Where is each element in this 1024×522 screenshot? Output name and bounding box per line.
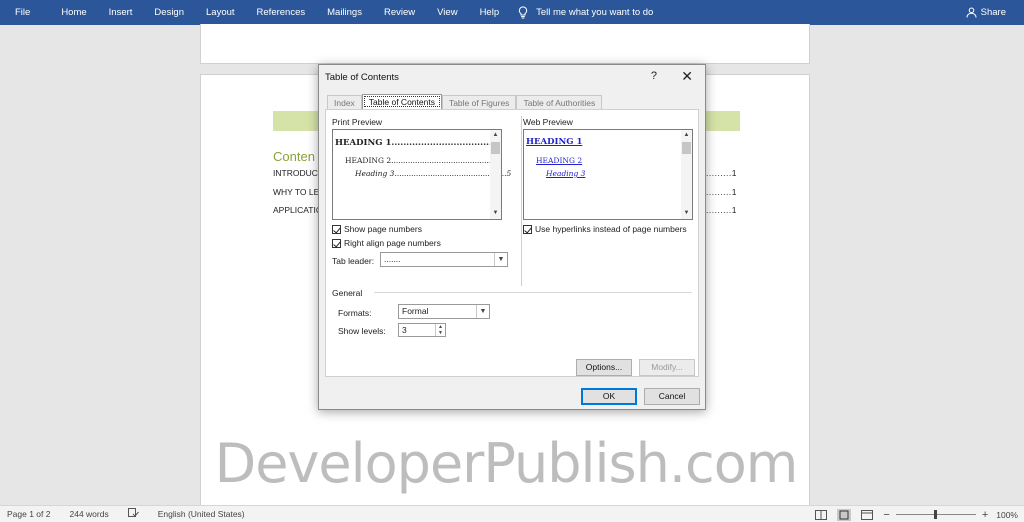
scroll-up-icon[interactable]: ▲ xyxy=(490,130,501,141)
doc-toc-page: .........1 xyxy=(706,205,737,215)
document-page-1 xyxy=(200,24,810,64)
scroll-thumb[interactable] xyxy=(491,142,500,154)
checkbox-checked-icon xyxy=(332,238,341,248)
person-icon xyxy=(966,7,977,18)
toc-dialog: Table of Contents ? ✕ Index Table of Con… xyxy=(318,64,706,410)
web-preview-heading-2[interactable]: HEADING 2 xyxy=(536,156,582,165)
print-preview-label: Print Preview xyxy=(332,117,383,127)
general-divider xyxy=(374,292,692,293)
page-count[interactable]: Page 1 of 2 xyxy=(7,509,50,519)
show-page-numbers-label: Show page numbers xyxy=(344,224,422,234)
zoom-level[interactable]: 100% xyxy=(996,510,1018,520)
web-preview-heading-3[interactable]: Heading 3 xyxy=(546,169,585,178)
right-align-label: Right align page numbers xyxy=(344,238,441,248)
use-hyperlinks-checkbox[interactable]: Use hyperlinks instead of page numbers xyxy=(523,224,687,234)
tab-file[interactable]: File xyxy=(0,0,50,25)
doc-toc-line: APPLICATIO xyxy=(273,205,323,215)
read-mode-icon[interactable] xyxy=(815,509,828,520)
tab-leader-select[interactable]: ....... ▼ xyxy=(380,252,508,267)
web-preview-label: Web Preview xyxy=(523,117,573,127)
tab-design[interactable]: Design xyxy=(143,0,195,25)
zoom-out-button[interactable]: − xyxy=(883,509,889,521)
show-levels-value: 3 xyxy=(402,325,407,335)
print-preview-heading-3: Heading 3...............................… xyxy=(355,169,512,178)
tab-home[interactable]: Home xyxy=(50,0,97,25)
print-layout-icon[interactable] xyxy=(837,508,852,521)
formats-select[interactable]: Formal ▼ xyxy=(398,304,490,319)
show-page-numbers-checkbox[interactable]: Show page numbers xyxy=(332,224,422,234)
tell-me-text: Tell me what you want to do xyxy=(536,7,654,18)
tab-leader-value: ....... xyxy=(384,254,401,264)
tab-references[interactable]: References xyxy=(246,0,317,25)
web-preview-heading-1[interactable]: HEADING 1 xyxy=(526,137,582,147)
scroll-down-icon[interactable]: ▼ xyxy=(490,208,501,219)
web-preview-scrollbar[interactable]: ▲ ▼ xyxy=(681,130,692,219)
doc-toc-page: .........1 xyxy=(706,168,737,178)
tab-index[interactable]: Index xyxy=(327,95,362,110)
show-levels-stepper[interactable]: 3 ▲ ▼ xyxy=(398,323,446,337)
print-preview-heading-1: HEADING 1...............................… xyxy=(335,138,498,148)
chevron-down-icon[interactable]: ▼ xyxy=(476,305,489,318)
lightbulb-icon xyxy=(519,6,528,19)
checkbox-checked-icon xyxy=(332,224,341,234)
right-align-checkbox[interactable]: Right align page numbers xyxy=(332,238,441,248)
vertical-divider xyxy=(521,116,522,286)
tell-me-box[interactable]: Tell me what you want to do xyxy=(518,6,653,19)
cancel-button[interactable]: Cancel xyxy=(644,388,700,405)
options-button[interactable]: Options... xyxy=(576,359,632,376)
zoom-slider-thumb[interactable] xyxy=(933,510,937,519)
print-preview-scrollbar[interactable]: ▲ ▼ xyxy=(490,130,501,219)
scroll-up-icon[interactable]: ▲ xyxy=(681,130,692,141)
tab-view[interactable]: View xyxy=(426,0,468,25)
modify-button[interactable]: Modify... xyxy=(639,359,695,376)
language[interactable]: English (United States) xyxy=(158,509,245,519)
print-preview-heading-2: HEADING 2...............................… xyxy=(345,156,496,165)
doc-heading: Conten xyxy=(273,149,315,164)
watermark: DeveloperPublish.com xyxy=(214,432,799,495)
tab-table-of-authorities[interactable]: Table of Authorities xyxy=(516,95,603,110)
tab-mailings[interactable]: Mailings xyxy=(316,0,373,25)
zoom-slider[interactable] xyxy=(895,510,976,519)
zoom-in-button[interactable]: + xyxy=(982,509,988,521)
tab-table-of-contents[interactable]: Table of Contents xyxy=(361,94,442,109)
share-button[interactable]: Share xyxy=(966,0,1006,25)
tab-help[interactable]: Help xyxy=(469,0,511,25)
print-preview-box[interactable]: HEADING 1...............................… xyxy=(332,129,511,220)
tab-review[interactable]: Review xyxy=(373,0,426,25)
doc-toc-line: WHY TO LE xyxy=(273,187,320,197)
ribbon: File Home Insert Design Layout Reference… xyxy=(0,0,1024,25)
checkbox-checked-icon xyxy=(523,224,532,234)
stepper-arrows-icon[interactable]: ▲ ▼ xyxy=(435,324,445,336)
tab-insert[interactable]: Insert xyxy=(98,0,144,25)
doc-toc-page: .........1 xyxy=(706,187,737,197)
use-hyperlinks-label: Use hyperlinks instead of page numbers xyxy=(535,224,687,234)
general-label: General xyxy=(332,288,363,298)
tab-layout[interactable]: Layout xyxy=(195,0,246,25)
chevron-down-icon[interactable]: ▼ xyxy=(494,253,507,266)
formats-value: Formal xyxy=(402,306,429,316)
web-preview-box[interactable]: HEADING 1 HEADING 2 Heading 3 ▲ ▼ xyxy=(523,129,693,220)
toc-panel: Print Preview HEADING 1.................… xyxy=(325,109,699,377)
view-zoom-controls: − + 100% xyxy=(815,506,1018,522)
word-count[interactable]: 244 words xyxy=(69,509,108,519)
scroll-thumb[interactable] xyxy=(682,142,691,154)
help-button[interactable]: ? xyxy=(651,70,657,82)
formats-label: Formats: xyxy=(338,308,372,318)
show-levels-label: Show levels: xyxy=(338,326,386,336)
dialog-title: Table of Contents xyxy=(325,72,399,83)
dialog-tabs: Index Table of Contents Table of Figures… xyxy=(327,94,603,110)
share-label: Share xyxy=(980,7,1006,18)
scroll-down-icon[interactable]: ▼ xyxy=(681,208,692,219)
ok-button[interactable]: OK xyxy=(581,388,637,405)
status-bar: Page 1 of 2 244 words English (United St… xyxy=(0,505,1024,522)
web-layout-icon[interactable] xyxy=(861,509,874,520)
close-icon[interactable]: ✕ xyxy=(681,68,693,85)
doc-toc-line: INTRODUC xyxy=(273,168,318,178)
tab-leader-label: Tab leader: xyxy=(332,256,375,266)
proofing-icon[interactable] xyxy=(127,508,139,520)
tab-table-of-figures[interactable]: Table of Figures xyxy=(441,95,517,110)
